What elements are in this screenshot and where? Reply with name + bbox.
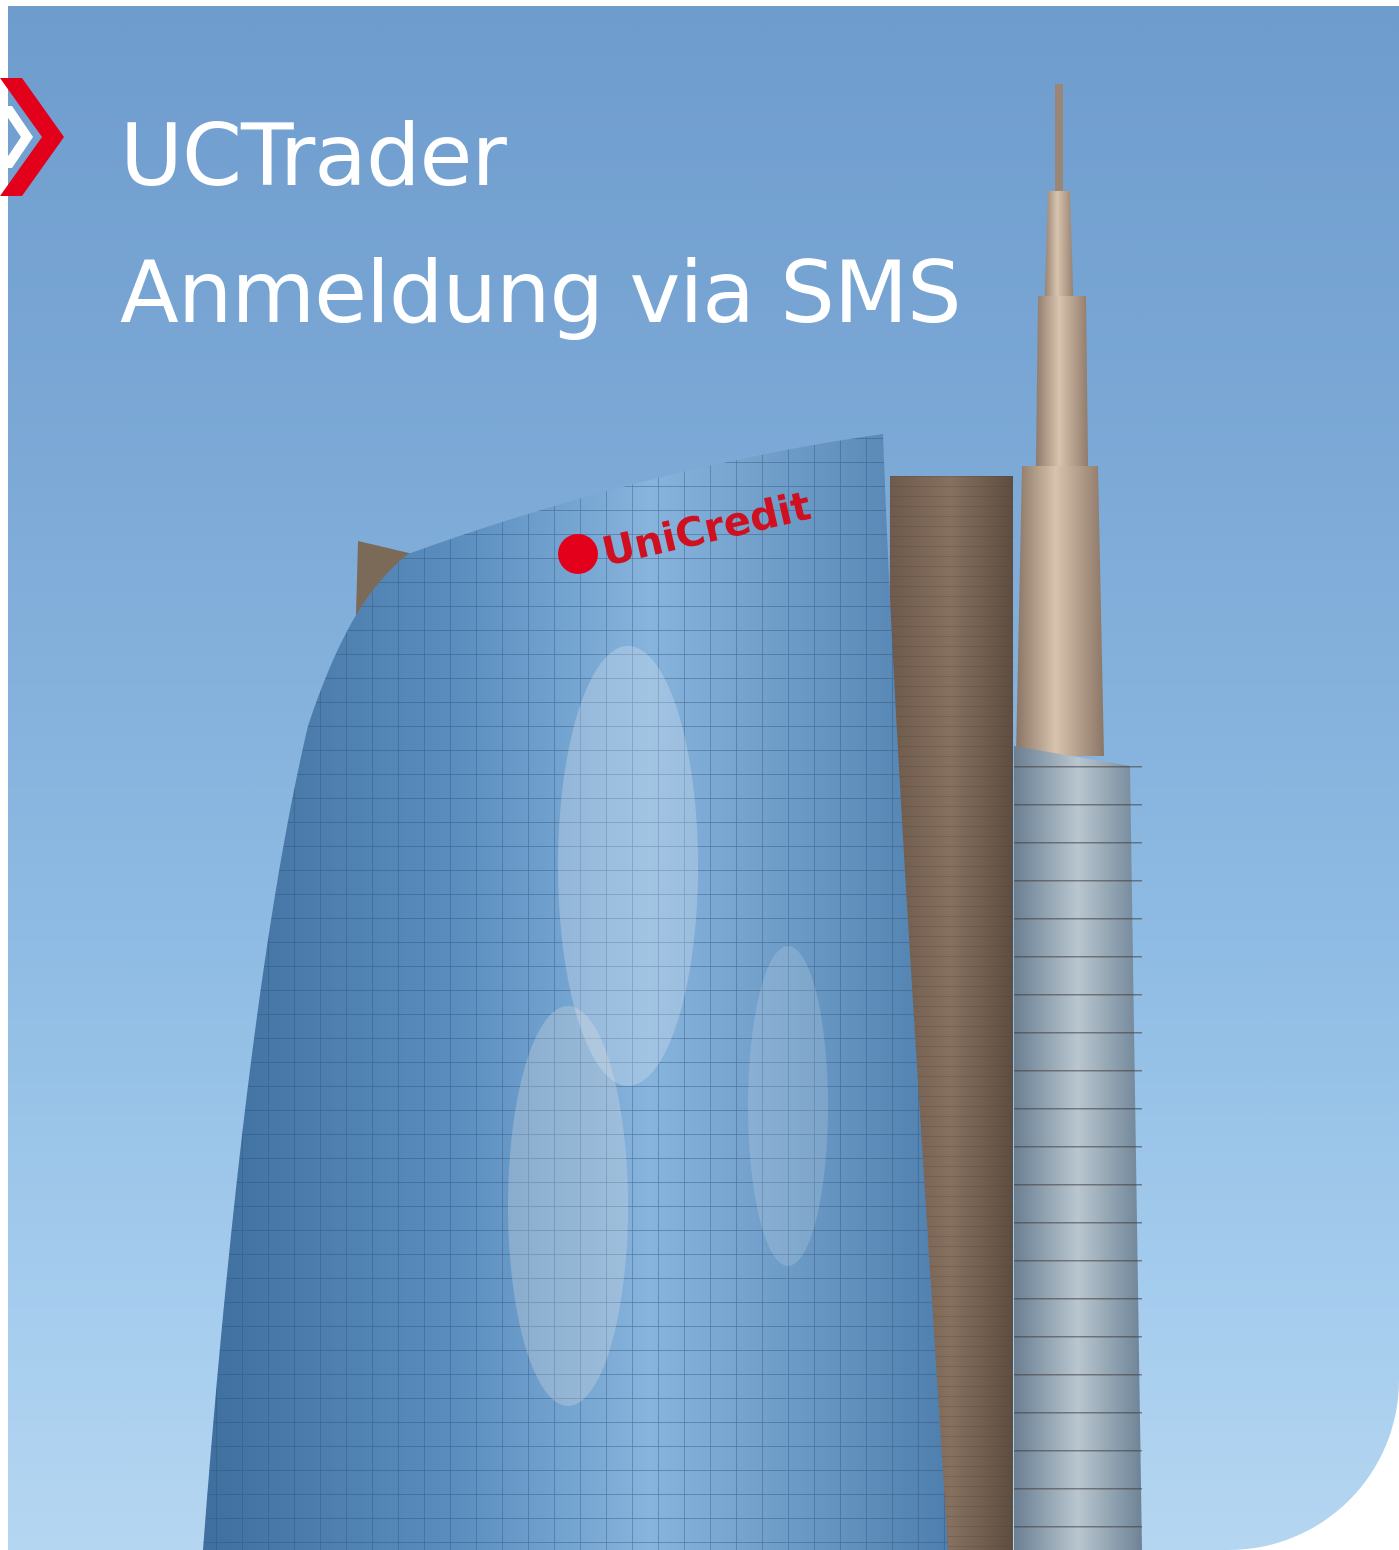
hero-image-frame: UniCredit UCTrader Anmeldung via SMS — [8, 6, 1399, 1550]
chevron-arrow-icon — [0, 78, 64, 196]
page-title: UCTrader Anmeldung via SMS — [120, 88, 962, 362]
title-line-product: UCTrader — [120, 106, 507, 206]
title-line-subtitle: Anmeldung via SMS — [120, 243, 962, 343]
cover-page: UniCredit UCTrader Anmeldung via SMS — [0, 0, 1399, 1550]
